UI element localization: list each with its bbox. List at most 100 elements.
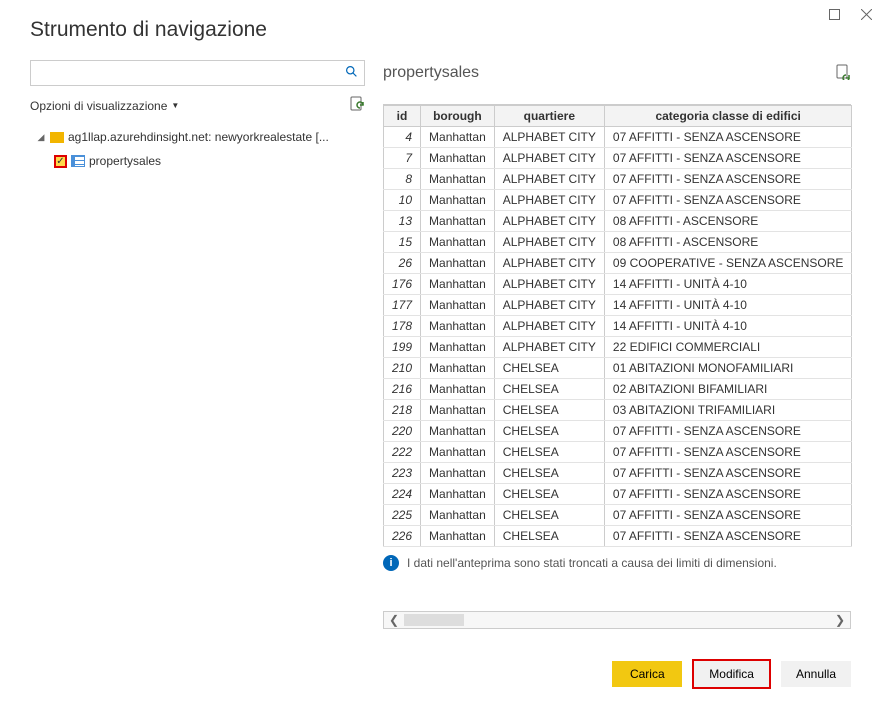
display-options-link[interactable]: Opzioni di visualizzazione ▼ bbox=[30, 99, 179, 113]
table-row[interactable]: 224ManhattanCHELSEA07 AFFITTI - SENZA AS… bbox=[384, 484, 852, 505]
table-cell: 177 bbox=[384, 295, 421, 316]
table-cell: Manhattan bbox=[421, 463, 495, 484]
table-cell: 7 bbox=[384, 148, 421, 169]
table-cell: CHELSEA bbox=[494, 526, 604, 547]
table-cell: ALPHABET CITY bbox=[494, 295, 604, 316]
edit-button[interactable]: Modifica bbox=[694, 661, 769, 687]
table-cell: 07 AFFITTI - SENZA ASCENSORE bbox=[604, 148, 852, 169]
table-cell: Manhattan bbox=[421, 526, 495, 547]
table-cell: ALPHABET CITY bbox=[494, 232, 604, 253]
table-cell: 220 bbox=[384, 421, 421, 442]
table-cell: 07 AFFITTI - SENZA ASCENSORE bbox=[604, 484, 852, 505]
horizontal-scrollbar[interactable]: ❮ ❯ bbox=[383, 611, 851, 629]
search-icon[interactable] bbox=[339, 65, 364, 81]
truncate-message: I dati nell'anteprima sono stati troncat… bbox=[407, 556, 777, 570]
scrollbar-thumb[interactable] bbox=[404, 614, 464, 626]
table-cell: Manhattan bbox=[421, 148, 495, 169]
column-header[interactable]: quartiere bbox=[494, 106, 604, 127]
tree-item-label: propertysales bbox=[89, 154, 161, 168]
table-cell: CHELSEA bbox=[494, 463, 604, 484]
table-row[interactable]: 216ManhattanCHELSEA02 ABITAZIONI BIFAMIL… bbox=[384, 379, 852, 400]
table-cell: 09 COOPERATIVE - SENZA ASCENSORE bbox=[604, 253, 852, 274]
table-cell: Manhattan bbox=[421, 400, 495, 421]
navigator-panel: Opzioni di visualizzazione ▼ ◢ ag1llap.a… bbox=[30, 60, 365, 646]
table-cell: 216 bbox=[384, 379, 421, 400]
table-row[interactable]: 26ManhattanALPHABET CITY09 COOPERATIVE -… bbox=[384, 253, 852, 274]
table-row[interactable]: 15ManhattanALPHABET CITY08 AFFITTI - ASC… bbox=[384, 232, 852, 253]
table-cell: Manhattan bbox=[421, 274, 495, 295]
table-cell: 210 bbox=[384, 358, 421, 379]
table-cell: Manhattan bbox=[421, 316, 495, 337]
table-cell: 4 bbox=[384, 127, 421, 148]
info-icon: i bbox=[383, 555, 399, 571]
load-button[interactable]: Carica bbox=[612, 661, 682, 687]
table-cell: 07 AFFITTI - SENZA ASCENSORE bbox=[604, 169, 852, 190]
table-row[interactable]: 210ManhattanCHELSEA01 ABITAZIONI MONOFAM… bbox=[384, 358, 852, 379]
table-cell: Manhattan bbox=[421, 484, 495, 505]
column-header[interactable]: borough bbox=[421, 106, 495, 127]
table-row[interactable]: 225ManhattanCHELSEA07 AFFITTI - SENZA AS… bbox=[384, 505, 852, 526]
table-cell: 10 bbox=[384, 190, 421, 211]
table-row[interactable]: 13ManhattanALPHABET CITY08 AFFITTI - ASC… bbox=[384, 211, 852, 232]
scroll-right-icon[interactable]: ❯ bbox=[830, 613, 850, 627]
table-cell: 15 bbox=[384, 232, 421, 253]
table-cell: CHELSEA bbox=[494, 505, 604, 526]
table-cell: Manhattan bbox=[421, 505, 495, 526]
table-cell: 226 bbox=[384, 526, 421, 547]
table-cell: 13 bbox=[384, 211, 421, 232]
table-cell: 08 AFFITTI - ASCENSORE bbox=[604, 211, 852, 232]
column-header[interactable]: categoria classe di edifici bbox=[604, 106, 852, 127]
table-row[interactable]: 218ManhattanCHELSEA03 ABITAZIONI TRIFAMI… bbox=[384, 400, 852, 421]
table-row[interactable]: 177ManhattanALPHABET CITY14 AFFITTI - UN… bbox=[384, 295, 852, 316]
tree-item-propertysales[interactable]: ✓ propertysales bbox=[30, 149, 365, 173]
checkbox-checked-icon[interactable]: ✓ bbox=[54, 155, 67, 168]
table-row[interactable]: 199ManhattanALPHABET CITY22 EDIFICI COMM… bbox=[384, 337, 852, 358]
table-row[interactable]: 220ManhattanCHELSEA07 AFFITTI - SENZA AS… bbox=[384, 421, 852, 442]
table-row[interactable]: 10ManhattanALPHABET CITY07 AFFITTI - SEN… bbox=[384, 190, 852, 211]
cancel-button[interactable]: Annulla bbox=[781, 661, 851, 687]
table-cell: Manhattan bbox=[421, 379, 495, 400]
table-cell: 225 bbox=[384, 505, 421, 526]
close-button[interactable] bbox=[859, 7, 873, 21]
scrollbar-track[interactable] bbox=[404, 612, 830, 628]
table-cell: 03 ABITAZIONI TRIFAMILIARI bbox=[604, 400, 852, 421]
folder-icon bbox=[50, 132, 64, 143]
table-cell: ALPHABET CITY bbox=[494, 148, 604, 169]
table-row[interactable]: 226ManhattanCHELSEA07 AFFITTI - SENZA AS… bbox=[384, 526, 852, 547]
refresh-icon[interactable] bbox=[349, 96, 365, 115]
table-cell: 26 bbox=[384, 253, 421, 274]
table-row[interactable]: 8ManhattanALPHABET CITY07 AFFITTI - SENZ… bbox=[384, 169, 852, 190]
table-cell: 14 AFFITTI - UNITÀ 4-10 bbox=[604, 316, 852, 337]
table-cell: ALPHABET CITY bbox=[494, 190, 604, 211]
table-cell: 07 AFFITTI - SENZA ASCENSORE bbox=[604, 190, 852, 211]
table-cell: Manhattan bbox=[421, 127, 495, 148]
search-input[interactable] bbox=[31, 66, 339, 80]
table-cell: 14 AFFITTI - UNITÀ 4-10 bbox=[604, 295, 852, 316]
scroll-left-icon[interactable]: ❮ bbox=[384, 613, 404, 627]
preview-table: idboroughquartierecategoria classe di ed… bbox=[383, 105, 852, 547]
table-cell: Manhattan bbox=[421, 295, 495, 316]
table-row[interactable]: 4ManhattanALPHABET CITY07 AFFITTI - SENZ… bbox=[384, 127, 852, 148]
table-cell: 07 AFFITTI - SENZA ASCENSORE bbox=[604, 421, 852, 442]
table-cell: Manhattan bbox=[421, 253, 495, 274]
table-row[interactable]: 176ManhattanALPHABET CITY14 AFFITTI - UN… bbox=[384, 274, 852, 295]
table-row[interactable]: 178ManhattanALPHABET CITY14 AFFITTI - UN… bbox=[384, 316, 852, 337]
table-row[interactable]: 223ManhattanCHELSEA07 AFFITTI - SENZA AS… bbox=[384, 463, 852, 484]
table-cell: ALPHABET CITY bbox=[494, 337, 604, 358]
table-row[interactable]: 222ManhattanCHELSEA07 AFFITTI - SENZA AS… bbox=[384, 442, 852, 463]
column-header[interactable]: id bbox=[384, 106, 421, 127]
maximize-button[interactable] bbox=[827, 7, 841, 21]
table-cell: Manhattan bbox=[421, 442, 495, 463]
table-cell: 223 bbox=[384, 463, 421, 484]
search-box[interactable] bbox=[30, 60, 365, 86]
table-cell: 02 ABITAZIONI BIFAMILIARI bbox=[604, 379, 852, 400]
table-cell: ALPHABET CITY bbox=[494, 169, 604, 190]
preview-options-icon[interactable] bbox=[835, 64, 851, 83]
table-row[interactable]: 7ManhattanALPHABET CITY07 AFFITTI - SENZ… bbox=[384, 148, 852, 169]
table-cell: 8 bbox=[384, 169, 421, 190]
table-cell: Manhattan bbox=[421, 190, 495, 211]
table-cell: CHELSEA bbox=[494, 442, 604, 463]
tree-root-item[interactable]: ◢ ag1llap.azurehdinsight.net: newyorkrea… bbox=[30, 125, 365, 149]
table-cell: ALPHABET CITY bbox=[494, 127, 604, 148]
table-cell: 01 ABITAZIONI MONOFAMILIARI bbox=[604, 358, 852, 379]
